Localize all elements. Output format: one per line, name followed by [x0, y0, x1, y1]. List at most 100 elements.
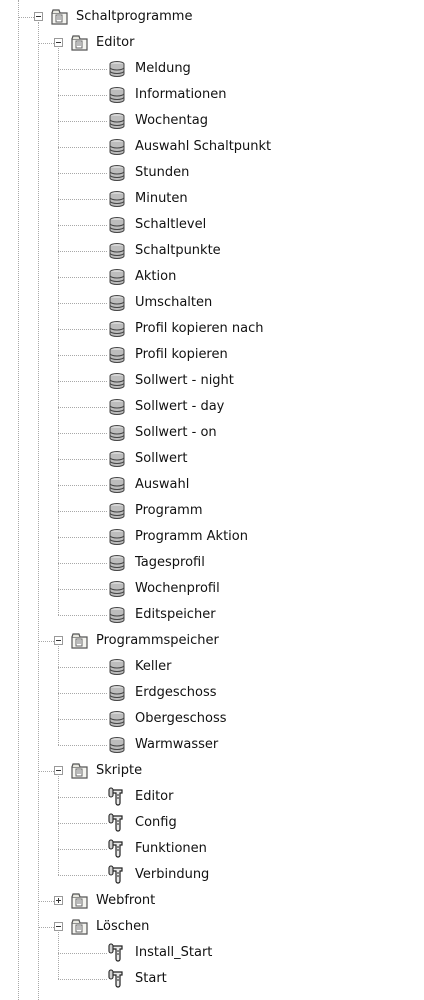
tree-node-variable[interactable]: Auswahl Schaltpunkt [0, 134, 424, 160]
collapse-toggle[interactable] [54, 636, 63, 645]
tree-node-variable[interactable]: Meldung [0, 56, 424, 82]
variable-icon [107, 189, 127, 209]
variable-icon [107, 449, 127, 469]
tree-node-label: Webfront [96, 893, 156, 908]
variable-icon [107, 657, 127, 677]
variable-icon [107, 293, 127, 313]
folder-icon [70, 33, 90, 53]
tree-node-variable[interactable]: Sollwert - night [0, 368, 424, 394]
tree-node-label: Tagesprofil [135, 555, 205, 570]
variable-icon [107, 85, 127, 105]
tree-node-variable[interactable]: Profil kopieren [0, 342, 424, 368]
variable-icon [107, 605, 127, 625]
tree-node-script[interactable]: Config [0, 810, 424, 836]
variable-icon [107, 215, 127, 235]
variable-icon [107, 267, 127, 287]
tree-node-variable[interactable]: Aktion [0, 264, 424, 290]
collapse-toggle[interactable] [54, 38, 63, 47]
collapse-toggle[interactable] [34, 12, 43, 21]
variable-icon [107, 137, 127, 157]
tree-node-script[interactable]: Verbindung [0, 862, 424, 888]
tree-node-label: Stunden [135, 165, 190, 180]
tree-node-label: Profil kopieren nach [135, 321, 264, 336]
folder-icon [70, 631, 90, 651]
tree-node-variable[interactable]: Minuten [0, 186, 424, 212]
tree-node-variable[interactable]: Keller [0, 654, 424, 680]
variable-icon [107, 59, 127, 79]
script-icon [107, 813, 127, 833]
tree-node-variable[interactable]: Programm Aktion [0, 524, 424, 550]
tree-node-variable[interactable]: Programm [0, 498, 424, 524]
tree-node-variable[interactable]: Stunden [0, 160, 424, 186]
tree-node-label: Sollwert [135, 451, 188, 466]
tree-node-variable[interactable]: Warmwasser [0, 732, 424, 758]
tree-node-variable[interactable]: Profil kopieren nach [0, 316, 424, 342]
tree-node-script[interactable]: Start [0, 966, 424, 992]
tree-node-programmspeicher[interactable]: Programmspeicher [0, 628, 424, 654]
tree-node-script[interactable]: Editor [0, 784, 424, 810]
tree-node-schaltprogramme[interactable]: Schaltprogramme [0, 4, 424, 30]
variable-icon [107, 683, 127, 703]
variable-icon [107, 397, 127, 417]
tree-node-variable[interactable]: Informationen [0, 82, 424, 108]
tree-node-label: Programm [135, 503, 203, 518]
tree-node-label: Schaltpunkte [135, 243, 221, 258]
tree-node-label: Sollwert - on [135, 425, 217, 440]
tree-node-variable[interactable]: Auswahl [0, 472, 424, 498]
variable-icon [107, 111, 127, 131]
tree-node-script[interactable]: Funktionen [0, 836, 424, 862]
script-icon [107, 943, 127, 963]
folder-icon [50, 7, 70, 27]
folder-icon [70, 891, 90, 911]
tree-node-label: Skripte [96, 763, 143, 778]
tree-node-webfront[interactable]: Webfront [0, 888, 424, 914]
tree-node-variable[interactable]: Schaltlevel [0, 212, 424, 238]
tree-node-label: Editor [96, 35, 135, 50]
tree-node-variable[interactable]: Sollwert - on [0, 420, 424, 446]
collapse-toggle[interactable] [54, 922, 63, 931]
tree-node-variable[interactable]: Sollwert [0, 446, 424, 472]
tree-node-label: Programmspeicher [96, 633, 219, 648]
variable-icon [107, 553, 127, 573]
tree-node-label: Editspeicher [135, 607, 216, 622]
tree-node-loeschen[interactable]: Löschen [0, 914, 424, 940]
tree-node-skripte[interactable]: Skripte [0, 758, 424, 784]
variable-icon [107, 345, 127, 365]
variable-icon [107, 709, 127, 729]
tree-node-label: Auswahl [135, 477, 190, 492]
tree-node-variable[interactable]: Tagesprofil [0, 550, 424, 576]
variable-icon [107, 423, 127, 443]
tree-node-variable[interactable]: Schaltpunkte [0, 238, 424, 264]
tree-node-variable[interactable]: Editspeicher [0, 602, 424, 628]
tree-node-label: Wochentag [135, 113, 208, 128]
tree-node-label: Aktion [135, 269, 177, 284]
collapse-toggle[interactable] [54, 766, 63, 775]
tree-node-variable[interactable]: Umschalten [0, 290, 424, 316]
variable-icon [107, 163, 127, 183]
tree-node-editor-folder[interactable]: Editor [0, 30, 424, 56]
tree-node-label: Verbindung [135, 867, 210, 882]
variable-icon [107, 319, 127, 339]
variable-icon [107, 527, 127, 547]
expand-toggle[interactable] [54, 896, 63, 905]
variable-icon [107, 475, 127, 495]
variable-icon [107, 371, 127, 391]
tree-node-label: Install_Start [135, 945, 213, 960]
tree-node-label: Schaltlevel [135, 217, 207, 232]
tree-node-label: Warmwasser [135, 737, 219, 752]
folder-icon [70, 917, 90, 937]
variable-icon [107, 501, 127, 521]
variable-icon [107, 579, 127, 599]
tree-node-variable[interactable]: Wochenprofil [0, 576, 424, 602]
tree-node-variable[interactable]: Wochentag [0, 108, 424, 134]
script-icon [107, 787, 127, 807]
tree-node-label: Funktionen [135, 841, 207, 856]
tree-node-variable[interactable]: Sollwert - day [0, 394, 424, 420]
tree-node-label: Erdgeschoss [135, 685, 217, 700]
tree-node-label: Informationen [135, 87, 227, 102]
tree-node-variable[interactable]: Obergeschoss [0, 706, 424, 732]
folder-icon [70, 761, 90, 781]
script-icon [107, 865, 127, 885]
tree-node-script[interactable]: Install_Start [0, 940, 424, 966]
tree-node-variable[interactable]: Erdgeschoss [0, 680, 424, 706]
